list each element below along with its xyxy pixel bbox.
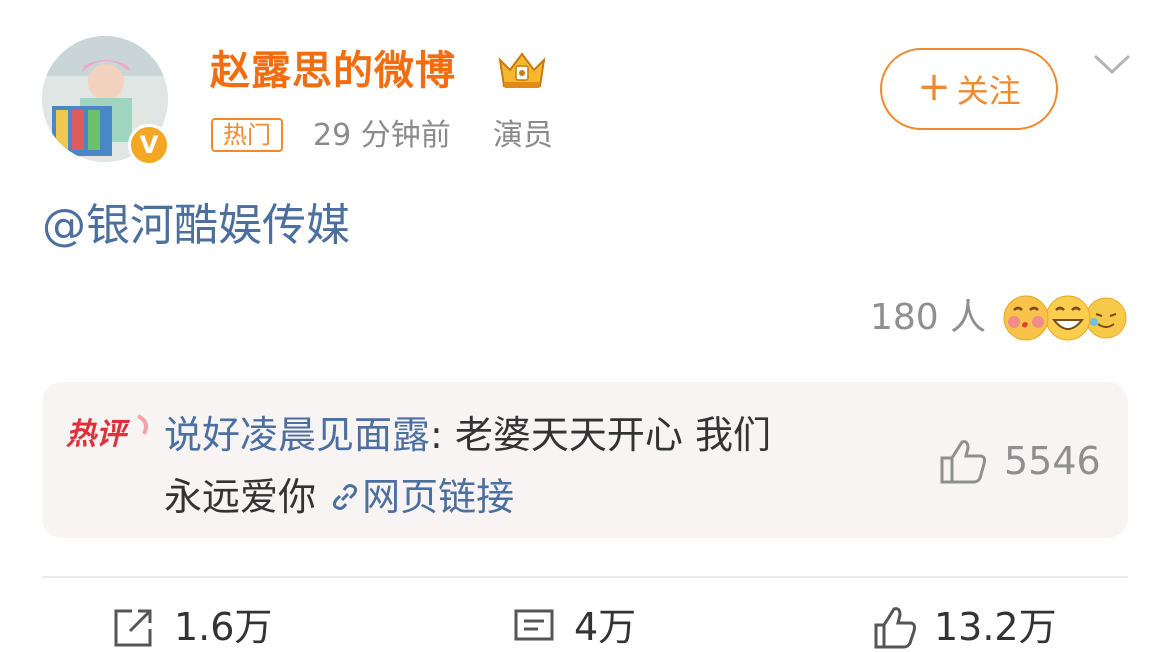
follow-button[interactable]: + 关注 [880, 48, 1058, 130]
link-icon [333, 484, 358, 510]
comment-button[interactable]: 4万 [512, 602, 636, 652]
hot-comment-text: 说好凌晨见面露: 老婆天天开心 我们 永远爱你 网页链接 [164, 404, 904, 528]
thumbs-up-icon[interactable] [938, 436, 988, 486]
webpage-link-text: 网页链接 [362, 475, 515, 519]
share-count: 1.6万 [174, 605, 273, 649]
mention-link[interactable]: @银河酷娱传媒 [42, 196, 350, 256]
kiss-emoji-icon [1003, 295, 1049, 341]
verified-v-badge-icon: V [128, 124, 170, 166]
comment-text-line1: : 老婆天天开心 我们 [430, 413, 771, 457]
share-icon [114, 609, 152, 647]
comment-count: 4万 [574, 605, 637, 649]
like-button[interactable]: 13.2万 [872, 602, 1057, 652]
like-count: 13.2万 [934, 605, 1057, 649]
follow-label: 关注 [956, 72, 1021, 110]
share-button[interactable]: 1.6万 [112, 602, 272, 652]
comment-text-line2: 永远爱你 [164, 475, 317, 519]
user-role: 演员 [493, 118, 553, 153]
webpage-link[interactable]: 网页链接 [328, 475, 514, 519]
plus-icon: + [917, 64, 951, 110]
divider [42, 576, 1128, 578]
laugh-tears-emoji-icon [1085, 297, 1127, 339]
crown-icon [498, 52, 546, 88]
reaction-count[interactable]: 180 人 [870, 296, 986, 340]
post-time: 29 分钟前 [313, 118, 451, 153]
hot-comment-like-count: 5546 [1004, 439, 1101, 483]
grin-emoji-icon [1045, 295, 1091, 341]
hot-tag: 热门 [211, 118, 283, 152]
comment-icon [514, 609, 554, 641]
hot-comment-label: 热评 [66, 414, 148, 452]
username[interactable]: 赵露思的微博 [210, 44, 456, 98]
chevron-down-icon[interactable] [1092, 50, 1132, 78]
thumbs-up-icon [874, 607, 916, 649]
comment-username[interactable]: 说好凌晨见面露 [164, 413, 430, 457]
reaction-emojis[interactable] [1000, 294, 1130, 342]
hot-comment-label-text: 热评 [66, 417, 131, 452]
